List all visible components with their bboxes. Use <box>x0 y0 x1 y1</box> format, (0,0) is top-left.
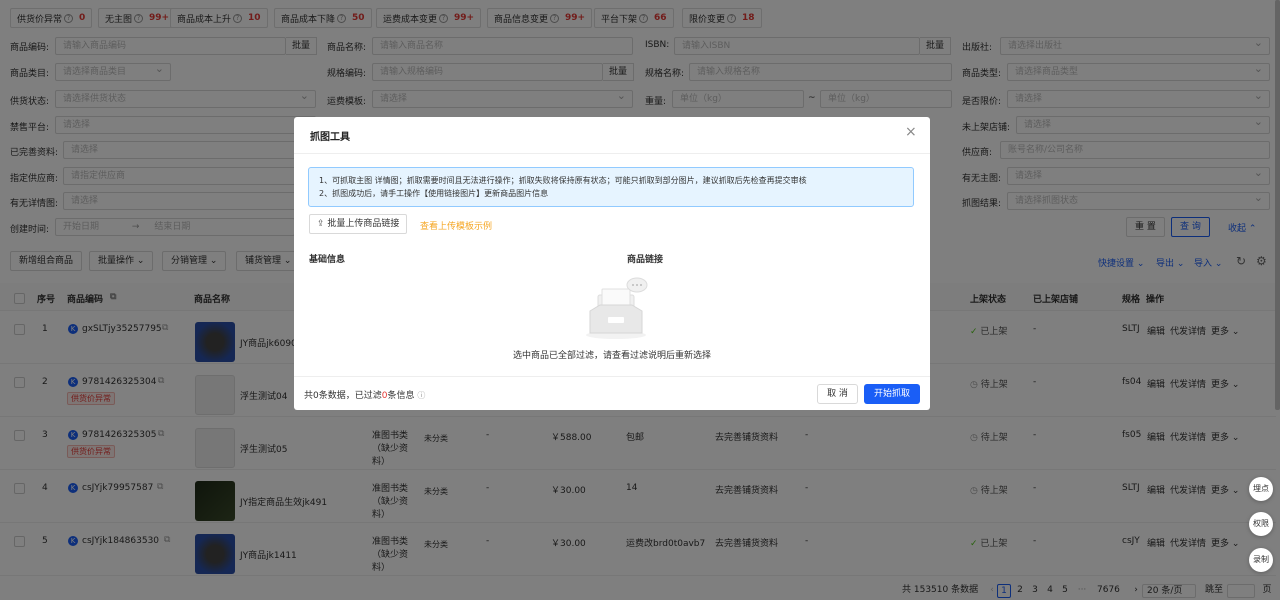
start-grab-button[interactable]: 开始抓取 <box>864 384 920 404</box>
grab-tool-modal: 抓图工具 × 1、可抓取主图 详情图；抓取需要时间且无法进行操作；抓取失败将保持… <box>294 117 930 410</box>
empty-state-icon <box>586 277 648 339</box>
col-basic-info: 基础信息 <box>309 255 346 265</box>
close-icon[interactable]: × <box>905 124 917 140</box>
modal-title: 抓图工具 <box>310 132 350 143</box>
cancel-button[interactable]: 取 消 <box>817 384 858 404</box>
upload-icon: ⇪ <box>317 219 325 229</box>
permission-float-button[interactable]: 权限 <box>1249 512 1273 536</box>
record-float-button[interactable]: 录制 <box>1249 548 1273 572</box>
template-example-link[interactable]: 查看上传模板示例 <box>420 219 492 232</box>
modal-divider <box>294 153 930 154</box>
notice-box: 1、可抓取主图 详情图；抓取需要时间且无法进行操作；抓取失败将保持原有状态；可能… <box>308 167 914 207</box>
info-icon[interactable]: ⓘ <box>417 391 425 400</box>
track-float-button[interactable]: 埋点 <box>1249 477 1273 501</box>
filter-summary: 共0条数据，已过滤0条信息 ⓘ <box>304 391 426 401</box>
footer-divider <box>294 376 930 377</box>
notice-line-2: 2、抓图成功后，请手工操作【使用链接图片】更新商品图片信息 <box>319 189 549 198</box>
col-product-link: 商品链接 <box>627 255 664 265</box>
notice-line-1: 1、可抓取主图 详情图；抓取需要时间且无法进行操作；抓取失败将保持原有状态；可能… <box>319 176 807 185</box>
upload-links-button[interactable]: ⇪ 批量上传商品链接 <box>309 214 408 234</box>
empty-state-text: 选中商品已全部过滤，请查看过滤说明后重新选择 <box>512 351 711 361</box>
